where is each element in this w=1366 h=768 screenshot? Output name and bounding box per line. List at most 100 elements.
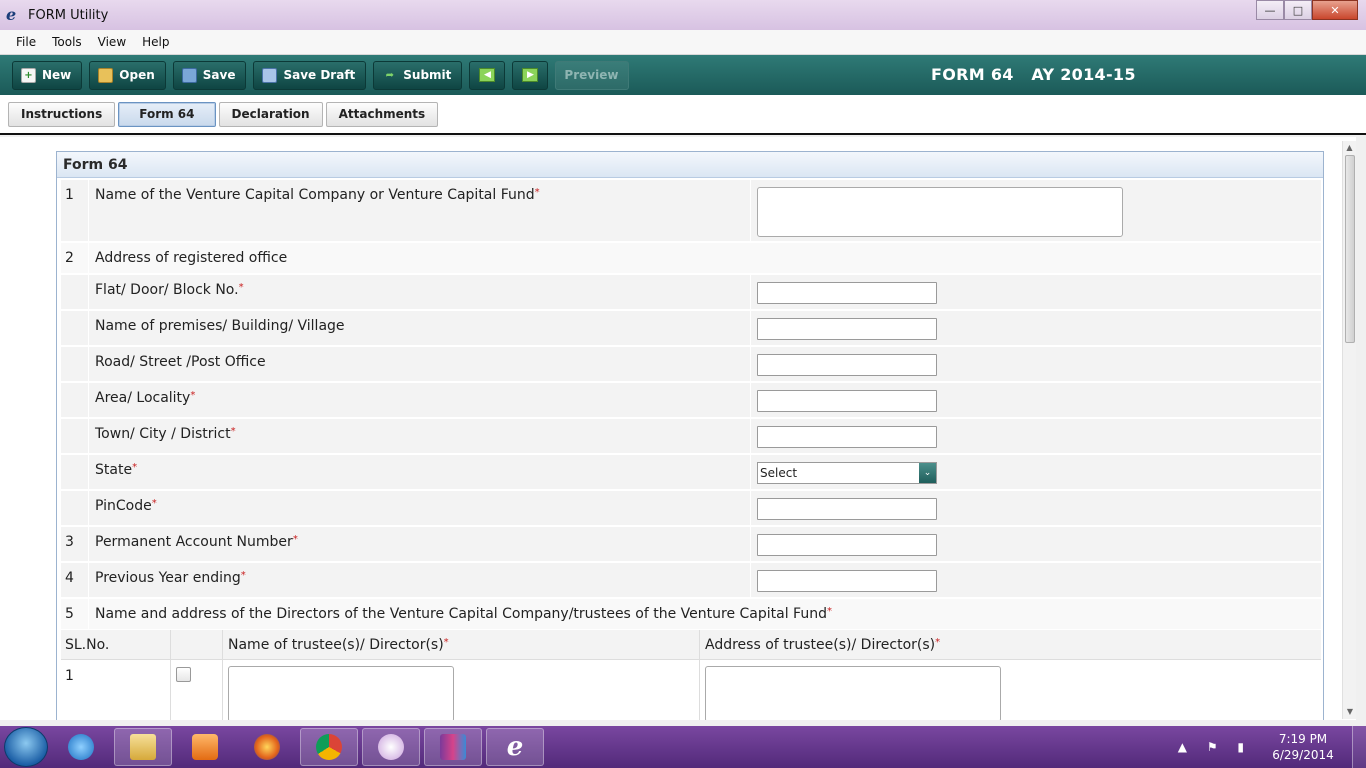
- road-street-input[interactable]: [757, 354, 937, 376]
- taskbar-form-utility-icon[interactable]: e: [486, 728, 544, 766]
- vertical-scrollbar[interactable]: ▲ ▼: [1342, 141, 1356, 719]
- row-label: Town/ City / District*: [89, 419, 751, 453]
- tab-instructions[interactable]: Instructions: [8, 101, 116, 127]
- save-draft-button[interactable]: Save Draft: [253, 60, 367, 90]
- scroll-thumb[interactable]: [1345, 155, 1355, 343]
- maximize-button[interactable]: □: [1284, 0, 1312, 20]
- submit-arrow-icon: ➦: [385, 69, 394, 81]
- taskbar-chrome-icon[interactable]: [300, 728, 358, 766]
- state-select[interactable]: Select ⌄: [757, 462, 937, 484]
- window-controls: — □ ✕: [1256, 0, 1358, 20]
- taskbar-paint-icon[interactable]: [362, 728, 420, 766]
- open-button[interactable]: Open: [89, 60, 166, 90]
- show-desktop-button[interactable]: [1352, 726, 1366, 768]
- taskbar-winrar-icon[interactable]: [424, 728, 482, 766]
- submit-label: Submit: [403, 68, 452, 82]
- menu-tools[interactable]: Tools: [52, 35, 82, 49]
- tab-attachments[interactable]: Attachments: [325, 101, 439, 127]
- town-city-input[interactable]: [757, 426, 937, 448]
- app-window: e FORM Utility — □ ✕ File Tools View Hel…: [0, 0, 1366, 726]
- form-content: Form 64 1 Name of the Venture Capital Co…: [0, 137, 1356, 720]
- preview-button[interactable]: Preview: [555, 60, 630, 90]
- row-label: Area/ Locality*: [89, 383, 751, 417]
- menu-help[interactable]: Help: [142, 35, 169, 49]
- row-field: [751, 180, 1321, 241]
- menu-file[interactable]: File: [16, 35, 36, 49]
- col-address: Address of trustee(s)/ Director(s)*: [705, 637, 941, 653]
- row-label: Permanent Account Number*: [89, 527, 751, 561]
- taskbar-ie-icon[interactable]: [52, 728, 110, 766]
- form-heading: FORM 64 AY 2014-15: [931, 65, 1136, 84]
- vc-company-name-input[interactable]: [757, 187, 1123, 237]
- tray-icons[interactable]: ▲ ⚑ ▮: [1178, 740, 1252, 754]
- row-number: 3: [61, 527, 89, 561]
- form-panel: Form 64 1 Name of the Venture Capital Co…: [56, 151, 1324, 720]
- save-draft-icon: [262, 67, 278, 83]
- previous-year-input[interactable]: [757, 570, 937, 592]
- panel-title: Form 64: [57, 152, 1323, 178]
- row-field: [751, 563, 1321, 597]
- preview-label: Preview: [564, 68, 619, 82]
- row-number: [61, 347, 89, 381]
- submit-button[interactable]: ➦ Submit: [373, 60, 463, 90]
- required-marker: *: [190, 390, 196, 401]
- required-marker: *: [240, 570, 246, 581]
- tab-form-64[interactable]: Form 64: [118, 101, 216, 127]
- form-row: Town/ City / District*: [61, 419, 1321, 454]
- row-field: [751, 275, 1321, 309]
- save-button[interactable]: Save: [172, 60, 247, 90]
- row-label: Road/ Street /Post Office: [89, 347, 751, 381]
- close-button[interactable]: ✕: [1312, 0, 1358, 20]
- form-row: Name of premises/ Building/ Village: [61, 311, 1321, 346]
- form-row: PinCode*: [61, 491, 1321, 526]
- start-button[interactable]: [4, 727, 48, 767]
- minimize-button[interactable]: —: [1256, 0, 1284, 20]
- row-select-cell: [171, 660, 223, 720]
- row-field: [751, 491, 1321, 525]
- row-label: Name of the Venture Capital Company or V…: [89, 180, 751, 241]
- director-address-input[interactable]: [705, 666, 1001, 720]
- row-address-cell: [700, 660, 1321, 720]
- app-e-icon: e: [6, 5, 17, 24]
- table-row: 1: [61, 660, 1321, 720]
- menu-view[interactable]: View: [98, 35, 126, 49]
- chevron-down-icon[interactable]: ⌄: [919, 463, 936, 483]
- row-checkbox[interactable]: [176, 667, 191, 682]
- required-marker: *: [151, 498, 157, 509]
- save-label: Save: [202, 68, 236, 82]
- form-row: Area/ Locality*: [61, 383, 1321, 418]
- required-marker: *: [826, 606, 832, 617]
- row-number: [61, 383, 89, 417]
- taskbar-firefox-icon[interactable]: [238, 728, 296, 766]
- clock-time: 7:19 PM: [1278, 732, 1328, 746]
- row-number: [61, 275, 89, 309]
- scroll-up-icon[interactable]: ▲: [1343, 141, 1356, 155]
- director-name-input[interactable]: [228, 666, 454, 720]
- pan-input[interactable]: [757, 534, 937, 556]
- save-disk-icon: [181, 67, 197, 83]
- row-label: Flat/ Door/ Block No.*: [89, 275, 751, 309]
- row-field: [751, 527, 1321, 561]
- pincode-input[interactable]: [757, 498, 937, 520]
- taskbar-explorer-icon[interactable]: [114, 728, 172, 766]
- new-button[interactable]: + New: [12, 60, 83, 90]
- tab-declaration[interactable]: Declaration: [218, 101, 323, 127]
- clock[interactable]: 7:19 PM 6/29/2014: [1268, 731, 1338, 763]
- state-select-value: Select: [760, 466, 798, 480]
- required-marker: *: [230, 426, 236, 437]
- area-locality-input[interactable]: [757, 390, 937, 412]
- taskbar-media-player-icon[interactable]: [176, 728, 234, 766]
- required-marker: *: [292, 534, 298, 545]
- row-number: [61, 311, 89, 345]
- directors-grid-header: SL.No. Name of trustee(s)/ Director(s)* …: [61, 630, 1321, 660]
- col-select: [171, 630, 223, 659]
- flat-door-input[interactable]: [757, 282, 937, 304]
- next-button[interactable]: ▶: [512, 60, 549, 90]
- previous-button[interactable]: ◀: [469, 60, 506, 90]
- premises-input[interactable]: [757, 318, 937, 340]
- row-number: [61, 419, 89, 453]
- taskbar: e ▲ ⚑ ▮ 7:19 PM 6/29/2014: [0, 726, 1366, 768]
- row-label: PinCode*: [89, 491, 751, 525]
- scroll-down-icon[interactable]: ▼: [1343, 705, 1357, 719]
- row-label: Previous Year ending*: [89, 563, 751, 597]
